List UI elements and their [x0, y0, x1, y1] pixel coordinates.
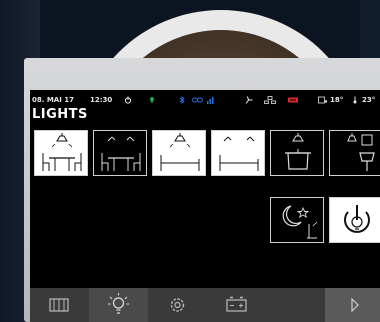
- fan-icon: [244, 96, 253, 106]
- thermometer-outside-icon: [352, 96, 360, 106]
- tile-dining-light-1[interactable]: [34, 130, 88, 176]
- bluetooth-icon: [178, 96, 186, 106]
- spotlight-bed-icon: [219, 136, 259, 171]
- tile-bathroom-light[interactable]: [329, 130, 380, 176]
- nav-battery[interactable]: [207, 288, 266, 322]
- lamp-sink-icon: [347, 133, 375, 171]
- moon-icon: [282, 205, 318, 239]
- tile-night-mode[interactable]: [270, 197, 324, 243]
- nav-empty: [266, 288, 325, 322]
- page-title: LIGHTS: [32, 107, 88, 122]
- nav-settings[interactable]: [148, 288, 207, 322]
- tile-dining-light-2[interactable]: [93, 130, 147, 176]
- control-panel-device: 08. MAI 17 12:30 18° 23° LIGHTS: [24, 58, 380, 322]
- link-icon: [192, 96, 204, 106]
- status-time: 12:30: [90, 96, 113, 104]
- bottom-navigation: [30, 288, 380, 322]
- radiator-icon: [49, 298, 69, 312]
- tile-bed-light[interactable]: [152, 130, 206, 176]
- battery-status-icon: [287, 96, 299, 106]
- network-icon: [264, 96, 276, 106]
- play-icon: [351, 297, 359, 313]
- lamp-pot-icon: [285, 133, 311, 170]
- bulb-icon: [108, 293, 129, 314]
- location-icon: [148, 96, 156, 106]
- status-date: 08. MAI 17: [32, 96, 75, 104]
- signal-icon: [207, 96, 215, 106]
- spotlight-table-icon: [101, 136, 141, 171]
- power-icon: [124, 96, 132, 106]
- nav-lights[interactable]: [89, 288, 148, 322]
- touch-screen: 08. MAI 17 12:30 18° 23° LIGHTS: [30, 90, 380, 322]
- nav-heating[interactable]: [30, 288, 89, 322]
- bulb-power-icon: [344, 205, 370, 233]
- temp-outside: 23°: [362, 96, 376, 104]
- gear-icon: [170, 298, 185, 312]
- battery-icon: [226, 296, 247, 312]
- tile-bed-spotlight[interactable]: [211, 130, 265, 176]
- lamp-table-icon: [42, 133, 82, 171]
- status-bar: 08. MAI 17 12:30 18° 23°: [32, 96, 380, 106]
- thermometer-inside-icon: [318, 96, 328, 106]
- temp-inside: 18°: [330, 96, 344, 104]
- nav-next[interactable]: [325, 288, 380, 322]
- tile-kitchen-light[interactable]: [270, 130, 324, 176]
- lamp-bed-icon: [160, 133, 200, 171]
- tile-all-lights-power[interactable]: [329, 197, 380, 243]
